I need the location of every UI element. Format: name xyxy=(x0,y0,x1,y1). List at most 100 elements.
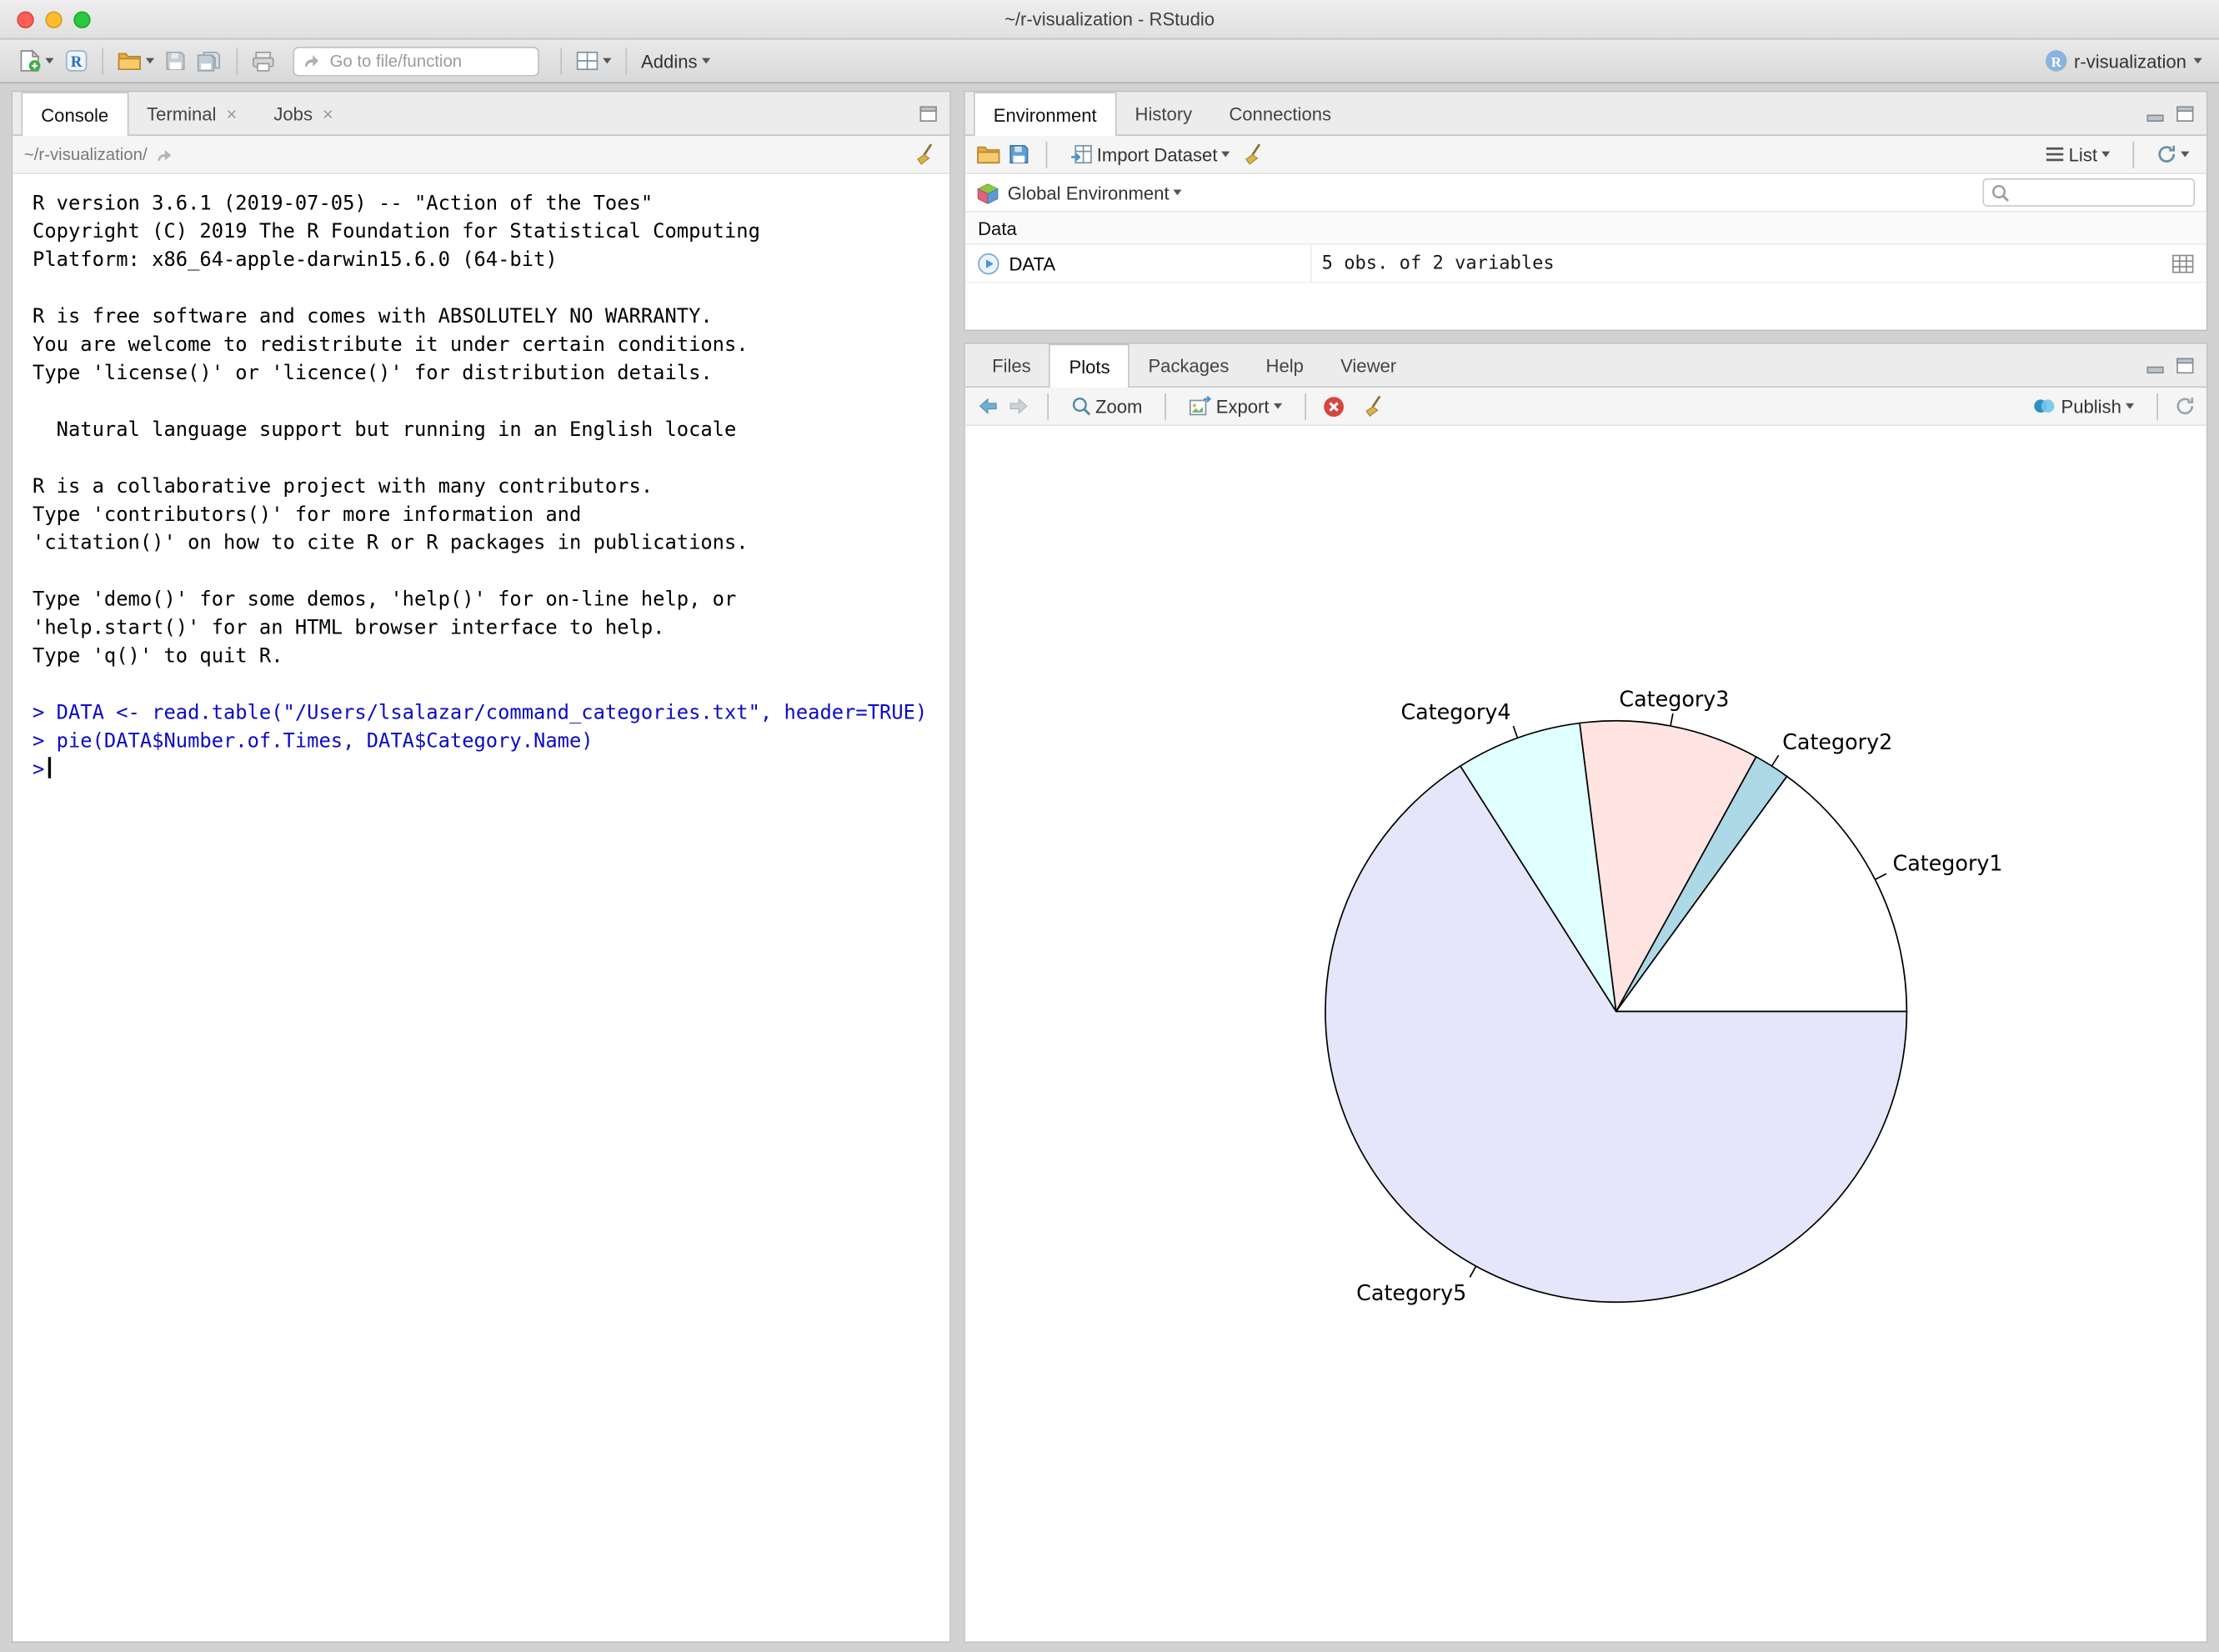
environment-object-row[interactable]: DATA 5 obs. of 2 variables xyxy=(965,245,2206,283)
maximize-pane-icon[interactable] xyxy=(920,105,937,121)
project-name-label: r-visualization xyxy=(2074,50,2186,71)
chevron-down-icon xyxy=(2193,58,2201,64)
load-workspace-folder-icon[interactable] xyxy=(976,144,1000,164)
tab-history-label: History xyxy=(1135,103,1193,123)
environment-pane-controls xyxy=(2146,92,2206,134)
addins-button[interactable]: Addins xyxy=(635,44,715,78)
minimize-window-button[interactable] xyxy=(45,11,62,28)
tab-terminal[interactable]: Terminal × xyxy=(128,92,255,134)
minimize-pane-icon[interactable] xyxy=(2146,358,2163,373)
clear-console-broom-icon[interactable] xyxy=(915,143,938,165)
workspace: Console Terminal × Jobs × ~/r-visualizat xyxy=(0,83,2219,1652)
object-name: DATA xyxy=(1009,253,1055,273)
open-file-button[interactable] xyxy=(112,44,160,78)
goto-file-search xyxy=(293,46,538,76)
console-command: > pie(DATA$Number.of.Times, DATA$Categor… xyxy=(33,728,949,756)
console-pane-controls xyxy=(920,92,950,134)
import-dataset-button[interactable]: Import Dataset xyxy=(1064,138,1236,172)
rstudio-window: ~/r-visualization - RStudio R xyxy=(0,0,2219,1652)
main-toolbar: R xyxy=(0,40,2219,84)
tab-environment-label: Environment xyxy=(994,104,1097,125)
open-folder-icon xyxy=(118,51,142,71)
console-output-area[interactable]: R version 3.6.1 (2019-07-05) -- "Action … xyxy=(13,174,949,1641)
previous-plot-arrow-icon[interactable] xyxy=(976,396,999,416)
toolbar-separator xyxy=(1165,393,1167,419)
environment-search-input[interactable] xyxy=(2016,181,2186,203)
pie-label-tick xyxy=(1875,874,1886,879)
data-section-header: Data xyxy=(965,213,2206,245)
new-file-button[interactable] xyxy=(14,44,59,78)
pie-label: Category3 xyxy=(1619,687,1729,712)
tab-jobs-label: Jobs xyxy=(273,103,313,123)
clear-environment-broom-icon[interactable] xyxy=(1245,143,1267,165)
clear-all-plots-broom-icon[interactable] xyxy=(1364,395,1386,418)
zoom-window-button[interactable] xyxy=(73,11,90,28)
environment-scope-selector[interactable]: Global Environment xyxy=(1008,176,1182,210)
close-icon[interactable]: × xyxy=(226,104,237,123)
tab-connections[interactable]: Connections xyxy=(1210,92,1350,134)
expand-object-play-icon[interactable] xyxy=(978,253,999,273)
remove-plot-icon[interactable] xyxy=(1323,396,1344,417)
save-all-button[interactable] xyxy=(191,44,228,78)
list-view-button[interactable]: List xyxy=(2039,138,2116,172)
save-workspace-icon[interactable] xyxy=(1009,144,1029,164)
tab-plots[interactable]: Plots xyxy=(1049,344,1130,388)
svg-text:R: R xyxy=(71,53,83,71)
maximize-pane-icon[interactable] xyxy=(2176,105,2193,121)
console-subbar: ~/r-visualization/ xyxy=(13,136,949,174)
zoom-plot-button[interactable]: Zoom xyxy=(1065,389,1148,423)
plots-toolbar: Zoom Export xyxy=(965,388,2206,426)
refresh-plot-icon[interactable] xyxy=(2175,396,2195,416)
tab-packages-label: Packages xyxy=(1148,354,1229,375)
toolbar-separator xyxy=(237,48,238,74)
toolbar-separator xyxy=(2156,393,2158,419)
tab-viewer[interactable]: Viewer xyxy=(1322,344,1415,387)
print-button[interactable] xyxy=(246,44,280,78)
chevron-down-icon xyxy=(45,58,53,64)
panes-grid-icon xyxy=(576,51,599,71)
zoom-magnifier-icon xyxy=(1071,396,1091,416)
chevron-down-icon xyxy=(2126,403,2134,409)
tab-console[interactable]: Console xyxy=(21,92,128,136)
tab-files[interactable]: Files xyxy=(974,344,1049,387)
publish-icon xyxy=(2033,396,2057,416)
pie-label-tick xyxy=(1671,713,1673,726)
console-prompt-line[interactable]: > xyxy=(33,756,949,784)
pie-label-tick xyxy=(1513,726,1517,738)
goto-file-icon xyxy=(303,53,319,69)
workspace-panes-button[interactable] xyxy=(570,44,617,78)
goto-file-input[interactable] xyxy=(327,49,529,72)
publish-button[interactable]: Publish xyxy=(2027,389,2140,423)
plots-tabbar: Files Plots Packages Help Viewer xyxy=(965,344,2206,388)
new-project-button[interactable]: R xyxy=(59,44,93,78)
object-name-cell: DATA xyxy=(965,253,1310,273)
save-button[interactable] xyxy=(160,44,191,78)
export-plot-button[interactable]: Export xyxy=(1184,389,1288,423)
tab-connections-label: Connections xyxy=(1229,103,1331,123)
minimize-pane-icon[interactable] xyxy=(2146,105,2163,121)
tab-packages[interactable]: Packages xyxy=(1130,344,1247,387)
tab-history[interactable]: History xyxy=(1116,92,1210,134)
tab-files-label: Files xyxy=(992,354,1031,375)
project-menu-button[interactable]: R r-visualization xyxy=(2044,49,2205,72)
console-tabbar: Console Terminal × Jobs × xyxy=(13,92,949,136)
tab-terminal-label: Terminal xyxy=(147,103,216,123)
close-window-button[interactable] xyxy=(17,11,33,28)
global-environment-cube-icon xyxy=(976,182,999,203)
list-view-label: List xyxy=(2069,143,2097,164)
tab-help[interactable]: Help xyxy=(1247,344,1322,387)
close-icon[interactable]: × xyxy=(323,104,333,123)
goto-directory-icon[interactable] xyxy=(156,147,174,163)
import-dataset-label: Import Dataset xyxy=(1097,143,1218,164)
view-data-grid-icon[interactable] xyxy=(2172,254,2206,273)
plot-display-area: Category1Category2Category3Category4Cate… xyxy=(965,426,2206,1640)
next-plot-arrow-icon[interactable] xyxy=(1008,396,1030,416)
tab-environment[interactable]: Environment xyxy=(974,92,1116,136)
tab-jobs[interactable]: Jobs × xyxy=(255,92,352,134)
chevron-down-icon xyxy=(1174,189,1182,195)
import-dataset-icon xyxy=(1069,144,1092,164)
toolbar-separator xyxy=(1047,393,1049,419)
refresh-environment-button[interactable] xyxy=(2151,138,2196,172)
maximize-pane-icon[interactable] xyxy=(2176,358,2193,373)
zoom-label: Zoom xyxy=(1095,396,1142,417)
